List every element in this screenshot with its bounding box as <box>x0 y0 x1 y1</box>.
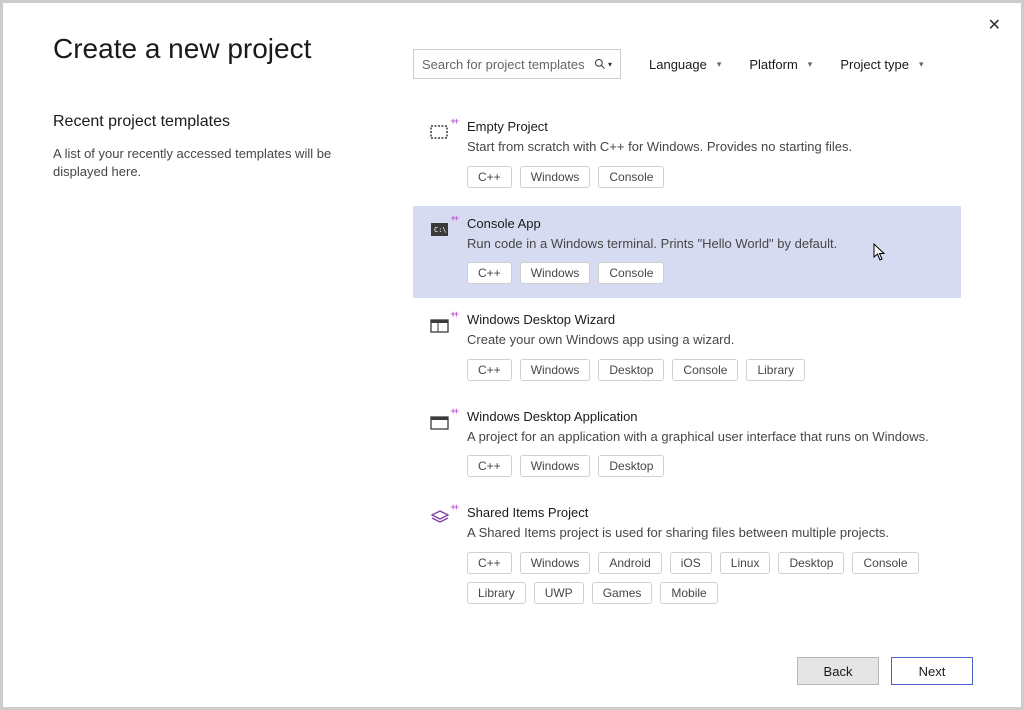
tag: UWP <box>534 582 584 604</box>
template-tags: C++ Windows Console <box>467 262 945 284</box>
tag: C++ <box>467 552 512 574</box>
tag: C++ <box>467 455 512 477</box>
desktop-wizard-icon: ++ <box>429 314 451 336</box>
template-tags: C++ Windows Android iOS Linux Desktop Console L… <box>467 552 945 604</box>
tag: Console <box>672 359 738 381</box>
chevron-down-icon: ▾ <box>808 59 813 70</box>
template-description: Start from scratch with C++ for Windows.… <box>467 138 945 156</box>
tag: Windows <box>520 455 591 477</box>
template-description: A project for an application with a grap… <box>467 428 945 446</box>
shared-items-icon: ++ <box>429 507 451 529</box>
tag: Windows <box>520 262 591 284</box>
template-item[interactable]: ++ Empty Project Start from scratch with C… <box>413 109 961 202</box>
tag: iOS <box>670 552 712 574</box>
tag: Console <box>598 166 664 188</box>
svg-text:C:\: C:\ <box>434 226 447 234</box>
tag: Desktop <box>778 552 844 574</box>
template-item[interactable]: ++ Shared Items Project A Shared Items pro… <box>413 495 961 618</box>
tag: Library <box>746 359 805 381</box>
tag: Linux <box>720 552 771 574</box>
template-description: Run code in a Windows terminal. Prints "… <box>467 235 945 253</box>
template-description: Create your own Windows app using a wiza… <box>467 331 945 349</box>
tag: Windows <box>520 359 591 381</box>
language-filter[interactable]: Language ▾ <box>649 57 721 72</box>
template-item[interactable]: C:\++ Console App Run code in a Windows te… <box>413 206 961 299</box>
tag: Console <box>598 262 664 284</box>
chevron-down-icon: ▾ <box>717 59 722 70</box>
project-type-filter[interactable]: Project type ▾ <box>840 57 923 72</box>
tag: C++ <box>467 262 512 284</box>
tag: Games <box>592 582 653 604</box>
next-button[interactable]: Next <box>891 657 973 685</box>
language-filter-label: Language <box>649 57 707 72</box>
template-item[interactable]: ++ Windows Desktop Wizard Create your own … <box>413 302 961 395</box>
template-item[interactable]: ++Blank SolutionCreate an empty solution… <box>413 622 961 627</box>
template-name: Empty Project <box>467 119 945 134</box>
back-button[interactable]: Back <box>797 657 879 685</box>
template-name: Windows Desktop Wizard <box>467 312 945 327</box>
close-button[interactable]: ✕ <box>980 11 1009 39</box>
search-icon[interactable]: ▾ <box>594 58 612 70</box>
tag: C++ <box>467 359 512 381</box>
template-tags: C++ Windows Desktop <box>467 455 945 477</box>
console-app-icon: C:\++ <box>429 218 451 240</box>
template-name: Console App <box>467 216 945 231</box>
tag: Android <box>598 552 661 574</box>
search-input[interactable] <box>422 57 594 72</box>
tag: Console <box>852 552 918 574</box>
search-box[interactable]: ▾ <box>413 49 621 79</box>
desktop-app-icon: ++ <box>429 411 451 433</box>
tag: Desktop <box>598 359 664 381</box>
template-name: Shared Items Project <box>467 505 945 520</box>
tag: Desktop <box>598 455 664 477</box>
tag: Windows <box>520 166 591 188</box>
tag: Library <box>467 582 526 604</box>
tag: C++ <box>467 166 512 188</box>
chevron-down-icon: ▾ <box>919 59 924 70</box>
template-item[interactable]: ++ Windows Desktop Application A project f… <box>413 399 961 492</box>
tag: Windows <box>520 552 591 574</box>
tag: Mobile <box>660 582 717 604</box>
recent-templates-heading: Recent project templates <box>53 113 383 131</box>
template-list[interactable]: ++ Empty Project Start from scratch with C… <box>413 109 973 627</box>
platform-filter[interactable]: Platform ▾ <box>749 57 812 72</box>
page-title: Create a new project <box>53 33 383 65</box>
empty-project-icon: ++ <box>429 121 451 143</box>
recent-templates-description: A list of your recently accessed templat… <box>53 145 383 181</box>
platform-filter-label: Platform <box>749 57 797 72</box>
template-tags: C++ Windows Console <box>467 166 945 188</box>
template-tags: C++ Windows Desktop Console Library <box>467 359 945 381</box>
template-description: A Shared Items project is used for shari… <box>467 524 945 542</box>
project-type-filter-label: Project type <box>840 57 909 72</box>
template-name: Windows Desktop Application <box>467 409 945 424</box>
